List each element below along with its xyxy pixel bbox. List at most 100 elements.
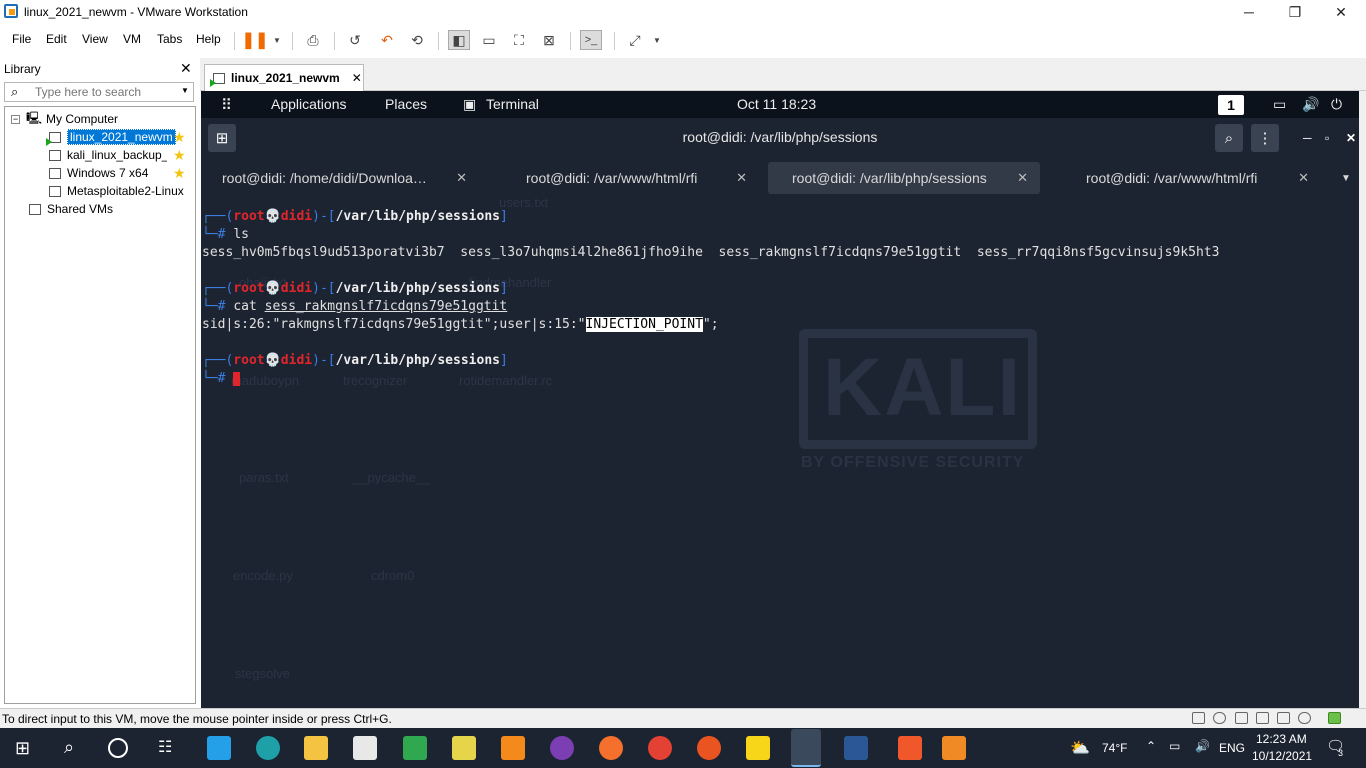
thumbnail-bar-icon[interactable]: ▭ xyxy=(478,30,500,50)
usb-icon[interactable] xyxy=(1256,712,1269,724)
display-icon[interactable]: ▭ xyxy=(1273,96,1286,113)
scrollbar[interactable] xyxy=(1359,91,1366,708)
chevron-up-icon[interactable]: ⌃ xyxy=(1146,739,1156,753)
tree-vm-windows7[interactable]: Windows 7 x64 ★ xyxy=(49,164,199,182)
terminal-app-menu[interactable]: Terminal xyxy=(486,96,539,112)
command-line: └─# cat sess_rakmgnslf7icdqns79e51ggtit xyxy=(202,299,508,314)
library-search[interactable]: ⌕ ▼ xyxy=(4,82,194,102)
vm-screen[interactable]: KALI BY OFFENSIVE SECURITY users.txt oha… xyxy=(201,91,1359,708)
terminal-output[interactable]: ┌──(root💀didi)-[/var/lib/php/sessions] └… xyxy=(201,208,1359,708)
library-close-icon[interactable]: ✕ xyxy=(180,60,192,77)
maximize-icon[interactable]: ▫ xyxy=(1325,131,1329,145)
snapshot-manager-icon[interactable]: ⟲ xyxy=(406,30,428,50)
workspace-indicator[interactable]: 1 xyxy=(1218,95,1244,115)
message-icon[interactable] xyxy=(1328,712,1341,724)
minimize-button[interactable]: ─ xyxy=(1234,2,1264,22)
close-icon[interactable]: ✕ xyxy=(1346,131,1356,145)
network-icon[interactable]: ▭ xyxy=(1169,739,1180,753)
hard-disk-icon[interactable] xyxy=(1192,712,1205,724)
collapse-icon[interactable]: − xyxy=(11,114,20,124)
close-button[interactable]: ✕ xyxy=(1326,2,1356,22)
close-tab-icon[interactable]: ✕ xyxy=(456,170,467,186)
tree-vm-metasploitable[interactable]: Metasploitable2-Linux xyxy=(49,182,184,200)
weather-icon[interactable]: ⛅ xyxy=(1070,738,1090,758)
display-icon[interactable] xyxy=(1298,712,1311,724)
terminal-tab[interactable]: root@didi: /var/www/html/rfi ✕ xyxy=(485,162,755,194)
vm-tab[interactable]: linux_2021_newvm ✕ xyxy=(204,64,364,91)
close-tab-icon[interactable]: ✕ xyxy=(736,170,747,186)
clock[interactable]: Oct 11 18:23 xyxy=(737,96,816,112)
tree-label: Windows 7 x64 xyxy=(67,166,149,180)
ubuntu-icon[interactable] xyxy=(697,736,721,760)
search-icon[interactable]: ⌕ xyxy=(1215,124,1243,152)
suspend-icon[interactable]: ❚❚ xyxy=(242,30,269,50)
xampp-icon[interactable] xyxy=(942,736,966,760)
power-dropdown-icon[interactable]: ▼ xyxy=(266,30,288,50)
store-icon[interactable] xyxy=(353,736,377,760)
console-view-icon[interactable]: >_ xyxy=(580,30,602,50)
task-view-icon[interactable]: ☷ xyxy=(158,737,172,757)
chrome-icon[interactable] xyxy=(648,736,672,760)
applications-menu[interactable]: Applications xyxy=(271,96,347,112)
sticky-notes-icon[interactable] xyxy=(746,736,770,760)
vmware-taskbar-icon[interactable] xyxy=(791,729,821,767)
tor-icon[interactable] xyxy=(550,736,574,760)
volume-icon[interactable]: 🔊 xyxy=(1302,96,1319,113)
maximize-button[interactable]: ❐ xyxy=(1280,2,1310,22)
menu-tabs[interactable]: Tabs xyxy=(157,32,182,46)
power-icon[interactable]: ⏻ xyxy=(1331,96,1342,113)
stretch-dropdown-icon[interactable]: ▼ xyxy=(646,30,668,50)
chevron-down-icon[interactable]: ▼ xyxy=(181,86,189,95)
terminal-tab[interactable]: root@didi: /home/didi/Downloa… ✕ xyxy=(201,162,481,194)
full-screen-icon[interactable]: ⛶ xyxy=(508,30,530,50)
menu-edit[interactable]: Edit xyxy=(46,32,67,46)
tree-shared-vms[interactable]: Shared VMs xyxy=(29,200,113,218)
weather-temp[interactable]: 74°F xyxy=(1102,741,1127,755)
windows-start-icon[interactable]: ⊞ xyxy=(15,738,30,759)
revert-snapshot-icon[interactable]: ↶ xyxy=(376,30,398,50)
vscode-icon[interactable] xyxy=(207,736,231,760)
menu-vm[interactable]: VM xyxy=(123,32,141,46)
tab-label: root@didi: /var/lib/php/sessions xyxy=(792,170,987,186)
menu-icon[interactable]: ⋮ xyxy=(1251,124,1279,152)
cd-drive-icon[interactable] xyxy=(1213,712,1226,724)
edge-icon[interactable] xyxy=(256,736,280,760)
minimize-icon[interactable]: ─ xyxy=(1303,131,1312,145)
stretch-guest-icon[interactable]: ⤢ xyxy=(624,30,646,50)
sublime-icon[interactable] xyxy=(501,736,525,760)
tabs-dropdown-icon[interactable]: ▼ xyxy=(1341,162,1351,194)
menu-help[interactable]: Help xyxy=(196,32,221,46)
file-explorer-icon[interactable] xyxy=(304,736,328,760)
app-icon[interactable] xyxy=(452,736,476,760)
cortana-icon[interactable] xyxy=(108,738,128,758)
clock-time[interactable]: 12:23 AM xyxy=(1256,732,1307,746)
unity-icon[interactable]: ⊠ xyxy=(538,30,560,50)
search-icon[interactable]: ⌕ xyxy=(64,737,74,758)
tree-vm-linux-2021[interactable]: linux_2021_newvm ★ xyxy=(46,128,199,146)
close-tab-icon[interactable]: ✕ xyxy=(1298,170,1309,186)
menu-view[interactable]: View xyxy=(82,32,108,46)
star-icon: ★ xyxy=(173,146,186,163)
app-grid-icon[interactable]: ⠿ xyxy=(221,96,232,114)
tree-my-computer[interactable]: − 🖳 My Computer xyxy=(11,110,118,128)
app-icon[interactable] xyxy=(403,736,427,760)
network-icon[interactable] xyxy=(1235,712,1248,724)
firefox-icon[interactable] xyxy=(599,736,623,760)
word-icon[interactable] xyxy=(844,736,868,760)
send-ctrl-alt-del-icon[interactable]: ⎙ xyxy=(302,30,324,50)
app-icon[interactable] xyxy=(898,736,922,760)
clock-date[interactable]: 10/12/2021 xyxy=(1252,749,1312,763)
language-indicator[interactable]: ENG xyxy=(1219,741,1245,755)
sound-icon[interactable] xyxy=(1277,712,1290,724)
places-menu[interactable]: Places xyxy=(385,96,427,112)
snapshot-icon[interactable]: ↺ xyxy=(344,30,366,50)
volume-icon[interactable]: 🔊 xyxy=(1195,739,1210,753)
menu-file[interactable]: File xyxy=(12,32,31,46)
close-tab-icon[interactable]: ✕ xyxy=(1017,170,1028,186)
tree-vm-kali-backup[interactable]: kali_linux_backup_2 ★ xyxy=(49,146,199,164)
terminal-tab-active[interactable]: root@didi: /var/lib/php/sessions ✕ xyxy=(768,162,1040,194)
show-library-icon[interactable]: ◧ xyxy=(448,30,470,50)
close-tab-icon[interactable]: ✕ xyxy=(352,71,362,85)
library-search-input[interactable] xyxy=(35,85,175,99)
terminal-tab[interactable]: root@didi: /var/www/html/rfi ✕ xyxy=(1047,162,1317,194)
